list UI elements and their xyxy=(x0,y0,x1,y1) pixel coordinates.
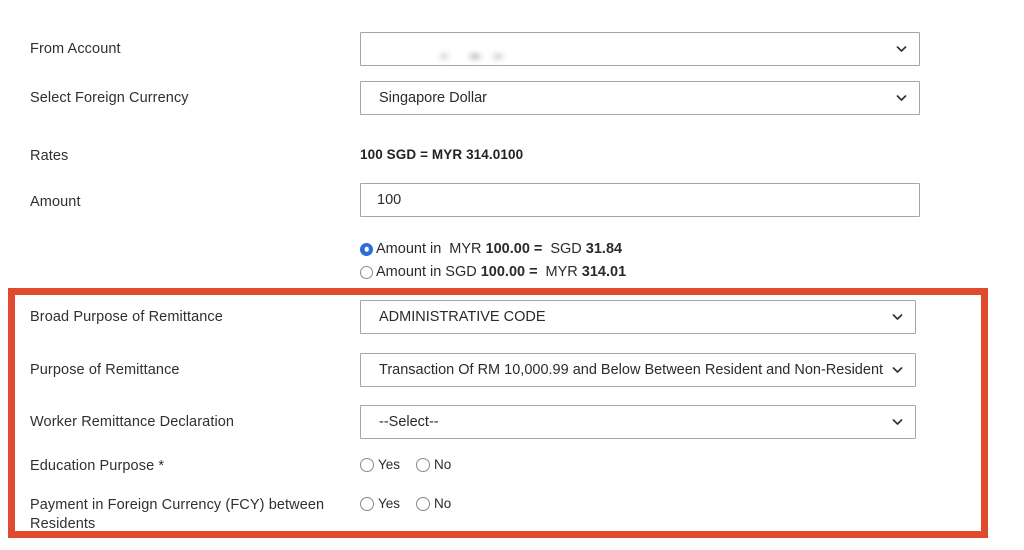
amount-option-0-to-currency: SGD xyxy=(550,241,582,257)
form-row-purpose-of-remittance: Purpose of Remittance Transaction Of RM … xyxy=(0,353,1024,387)
chevron-down-icon xyxy=(891,416,904,429)
amount-input-value: 100 xyxy=(377,192,402,208)
select-broad-purpose-value: ADMINISTRATIVE CODE xyxy=(379,309,546,325)
amount-option-0-from-currency: MYR xyxy=(449,241,482,257)
education-purpose-option-yes[interactable]: Yes xyxy=(360,457,400,472)
payment-fcy-no-label: No xyxy=(434,496,452,511)
form-row-rates: Rates 100 SGD = MYR 314.0100 xyxy=(0,147,1024,166)
select-worker-remittance-value: --Select-- xyxy=(379,414,439,430)
select-foreign-currency[interactable]: Singapore Dollar xyxy=(360,81,920,115)
label-worker-remittance-declaration: Worker Remittance Declaration xyxy=(30,414,235,430)
radio-sgd-to-myr[interactable] xyxy=(360,265,373,279)
payment-fcy-radio-group: Yes No xyxy=(360,496,1024,511)
amount-direction-option-sgd-to-myr[interactable]: Amount in SGD 100.00 = MYR 314.01 xyxy=(360,261,1024,283)
select-from-account[interactable] xyxy=(360,32,920,66)
radio-education-purpose-no[interactable] xyxy=(416,457,431,472)
amount-option-1-prefix: Amount in xyxy=(376,264,442,280)
chevron-down-icon xyxy=(895,92,908,105)
education-purpose-yes-label: Yes xyxy=(378,457,401,472)
amount-option-1-from-currency: SGD xyxy=(445,264,477,280)
radio-payment-fcy-no[interactable] xyxy=(416,496,431,511)
label-rates: Rates xyxy=(30,148,69,164)
amount-option-1-to-value: 314.01 xyxy=(581,264,627,280)
redacted-account-number xyxy=(379,53,539,60)
chevron-down-icon xyxy=(891,311,904,324)
amount-option-0-prefix: Amount in xyxy=(376,241,442,257)
select-purpose-of-remittance[interactable]: Transaction Of RM 10,000.99 and Below Be… xyxy=(360,353,916,387)
amount-option-0-to-value: 31.84 xyxy=(585,241,623,257)
amount-option-1-equals: = xyxy=(529,264,538,280)
chevron-down-icon xyxy=(891,364,904,377)
amount-option-1-from-value: 100.00 xyxy=(480,264,526,280)
payment-fcy-option-no[interactable]: No xyxy=(416,496,451,511)
chevron-down-icon xyxy=(895,43,908,56)
amount-option-1-to-currency: MYR xyxy=(545,264,578,280)
remittance-form: From Account Select Foreign Currency Sin… xyxy=(0,0,1024,550)
education-purpose-radio-group: Yes No xyxy=(360,457,1024,472)
form-row-amount: Amount 100 xyxy=(0,183,1024,217)
label-select-foreign-currency: Select Foreign Currency xyxy=(30,90,189,106)
form-row-education-purpose: Education Purpose * Yes No xyxy=(0,457,1024,476)
amount-option-0-from-value: 100.00 xyxy=(485,241,530,257)
form-row-select-foreign-currency: Select Foreign Currency Singapore Dollar xyxy=(0,81,1024,115)
select-worker-remittance-declaration[interactable]: --Select-- xyxy=(360,405,916,439)
education-purpose-option-no[interactable]: No xyxy=(416,457,451,472)
radio-payment-fcy-yes[interactable] xyxy=(360,496,374,511)
label-from-account: From Account xyxy=(30,41,121,57)
amount-option-0-equals: = xyxy=(533,241,543,257)
form-row-payment-in-foreign-currency: Payment in Foreign Currency (FCY) betwee… xyxy=(0,496,1024,534)
amount-input[interactable]: 100 xyxy=(360,183,920,217)
radio-education-purpose-yes[interactable] xyxy=(360,457,374,472)
amount-direction-option-myr-to-sgd[interactable]: Amount in MYR 100.00 = SGD 31.84 xyxy=(360,238,1024,260)
label-education-purpose: Education Purpose * xyxy=(30,458,165,474)
amount-direction-options: Amount in MYR 100.00 = SGD 31.84 Amount … xyxy=(0,238,1024,283)
education-purpose-no-label: No xyxy=(434,457,452,472)
select-broad-purpose-of-remittance[interactable]: ADMINISTRATIVE CODE xyxy=(360,300,916,334)
label-payment-in-foreign-currency: Payment in Foreign Currency (FCY) betwee… xyxy=(30,497,325,532)
form-row-broad-purpose-of-remittance: Broad Purpose of Remittance ADMINISTRATI… xyxy=(0,300,1024,334)
select-foreign-currency-value: Singapore Dollar xyxy=(379,90,488,106)
select-purpose-value: Transaction Of RM 10,000.99 and Below Be… xyxy=(379,362,884,378)
payment-fcy-yes-label: Yes xyxy=(378,496,401,511)
payment-fcy-option-yes[interactable]: Yes xyxy=(360,496,400,511)
radio-myr-to-sgd[interactable] xyxy=(360,242,373,256)
form-row-from-account: From Account xyxy=(0,32,1024,66)
form-row-worker-remittance-declaration: Worker Remittance Declaration --Select-- xyxy=(0,405,1024,439)
label-broad-purpose-of-remittance: Broad Purpose of Remittance xyxy=(30,309,223,325)
rates-value: 100 SGD = MYR 314.0100 xyxy=(360,147,524,162)
label-amount: Amount xyxy=(30,194,81,210)
label-purpose-of-remittance: Purpose of Remittance xyxy=(30,362,180,378)
